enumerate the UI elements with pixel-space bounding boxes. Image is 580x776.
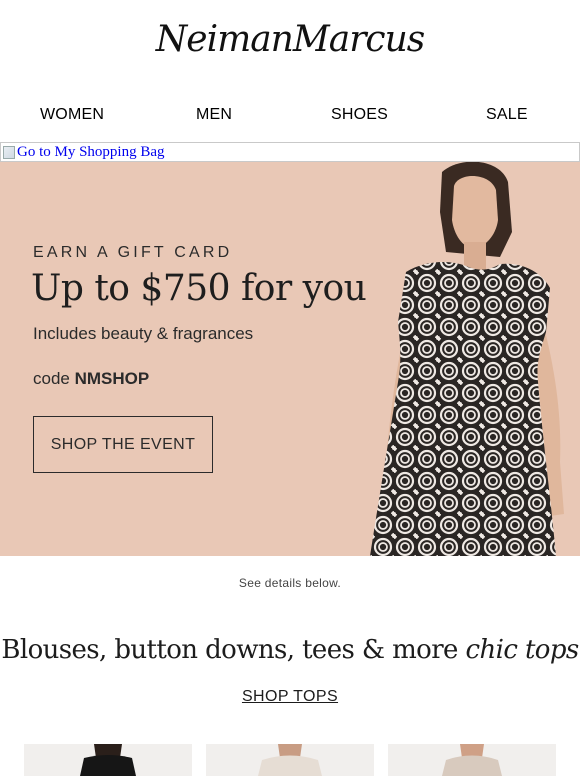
hero-eyebrow: EARN A GIFT CARD [33,244,233,261]
shopping-bag-banner: Go to My Shopping Bag [0,142,580,162]
product-thumbnail[interactable] [388,744,556,776]
top-navigation: WOMEN MEN SHOES SALE [0,106,580,130]
product-image-black-top [80,744,136,776]
neiman-marcus-logo[interactable]: NeimanMarcus [0,22,580,58]
shop-the-event-button[interactable]: SHOP THE EVENT [33,416,213,473]
shopping-bag-link-text: Go to My Shopping Bag [17,144,165,160]
promo-code: code NMSHOP [33,369,149,389]
tops-heading-plain: Blouses, button downs, tees & more [1,635,458,665]
nav-item-shoes[interactable]: SHOES [331,106,388,124]
hero-headline: Up to $750 for you [31,268,367,309]
broken-image-icon [3,145,15,159]
product-image-neutral-top [442,744,502,776]
product-thumbnail[interactable] [24,744,192,776]
tops-section-heading: Blouses, button downs, tees & more chic … [0,635,580,665]
shopping-bag-link[interactable]: Go to My Shopping Bag [3,143,165,161]
promo-code-prefix: code [33,369,70,388]
nav-item-men[interactable]: MEN [196,106,232,124]
shop-tops-link-row: SHOP TOPS [0,688,580,706]
product-thumbnail[interactable] [206,744,374,776]
tops-heading-italic: chic tops [465,635,580,665]
hero-banner[interactable]: EARN A GIFT CARD Up to $750 for you Incl… [0,162,580,556]
nav-item-women[interactable]: WOMEN [40,106,104,124]
nav-item-sale[interactable]: SALE [486,106,528,124]
see-details-note: See details below. [238,576,342,590]
promo-code-value: NMSHOP [74,369,150,388]
hero-subline: Includes beauty & fragrances [33,324,254,343]
shop-tops-link[interactable]: SHOP TOPS [242,688,338,705]
model-in-lace-dress-image [370,162,564,556]
product-image-light-top [258,744,322,776]
